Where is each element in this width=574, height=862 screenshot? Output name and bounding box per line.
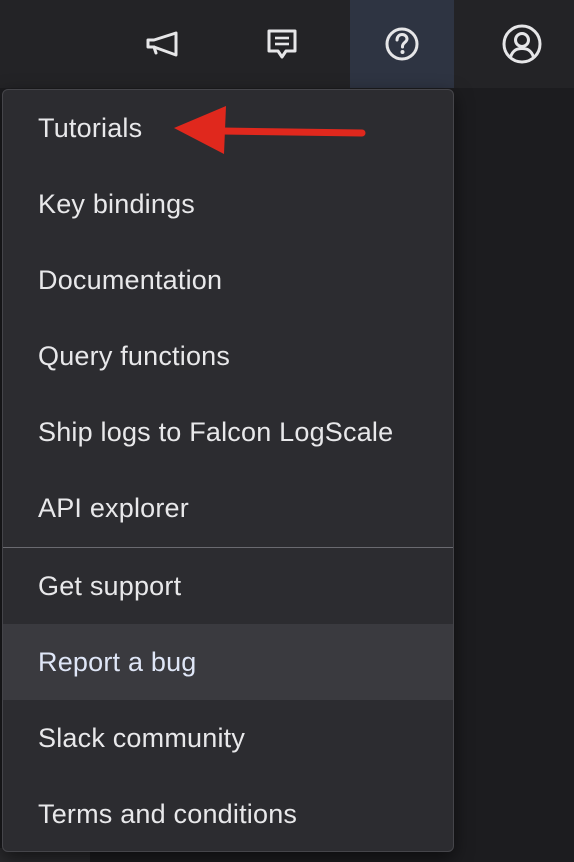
chat-icon <box>267 29 297 59</box>
menu-item-slack-community[interactable]: Slack community <box>3 700 453 776</box>
menu-item-terms-and-conditions[interactable]: Terms and conditions <box>3 776 453 851</box>
menu-item-documentation[interactable]: Documentation <box>3 242 453 318</box>
top-navigation-bar <box>0 0 574 88</box>
help-dropdown-menu: Tutorials Key bindings Documentation Que… <box>2 89 454 852</box>
question-circle-icon <box>385 27 419 61</box>
megaphone-icon <box>146 31 178 57</box>
annotation-arrow <box>174 106 366 154</box>
menu-item-query-functions[interactable]: Query functions <box>3 318 453 394</box>
menu-item-api-explorer[interactable]: API explorer <box>3 470 453 546</box>
announcements-button[interactable] <box>112 0 212 88</box>
account-button[interactable] <box>472 0 572 88</box>
menu-item-ship-logs[interactable]: Ship logs to Falcon LogScale <box>3 394 453 470</box>
menu-item-report-bug[interactable]: Report a bug <box>3 624 453 700</box>
user-circle-icon <box>502 24 542 64</box>
menu-item-get-support[interactable]: Get support <box>3 548 453 624</box>
messages-button[interactable] <box>232 0 332 88</box>
menu-item-key-bindings[interactable]: Key bindings <box>3 166 453 242</box>
help-button[interactable] <box>350 0 454 88</box>
